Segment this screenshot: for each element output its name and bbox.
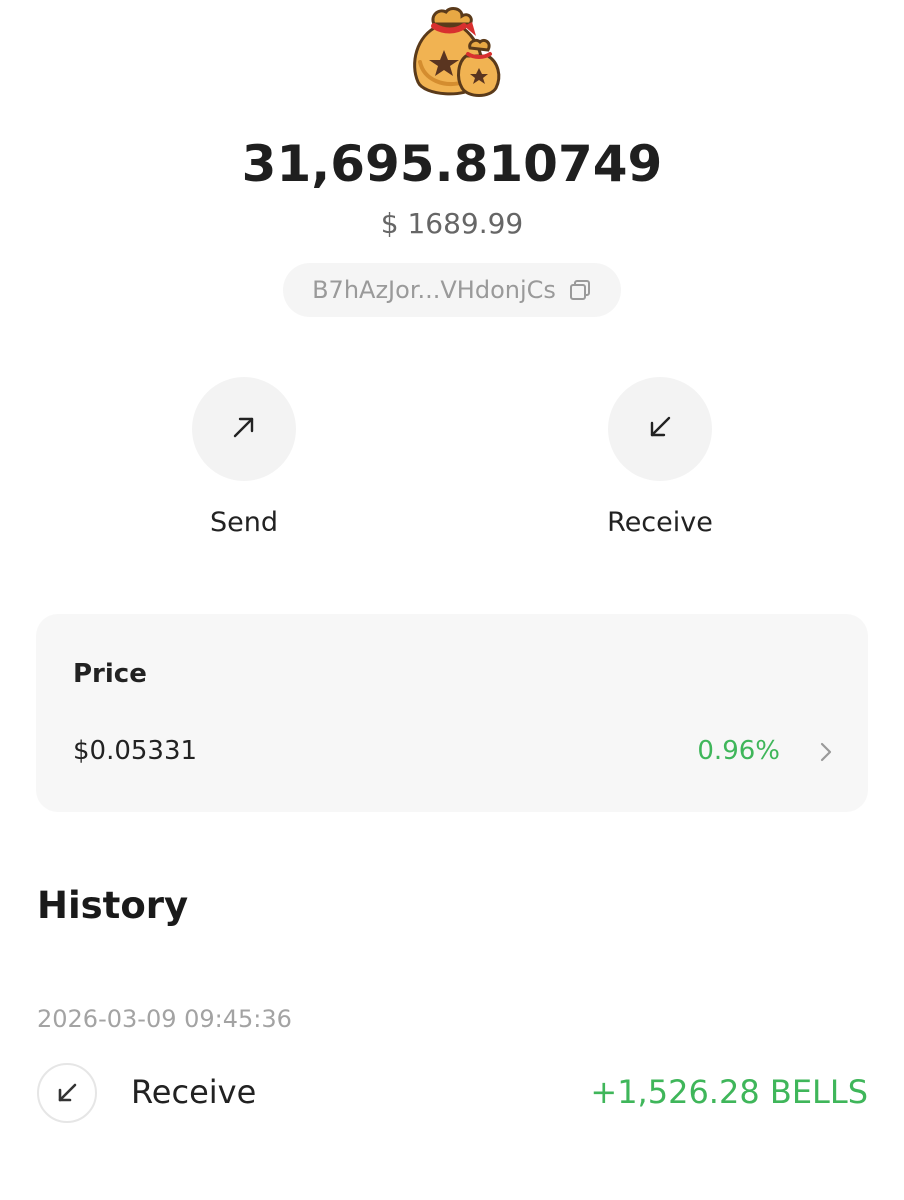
money-bag-icon bbox=[404, 2, 504, 102]
token-balance: 31,695.810749 bbox=[241, 135, 663, 193]
arrow-down-left-icon bbox=[37, 1063, 97, 1123]
price-value: $0.05331 bbox=[73, 736, 198, 766]
history-heading: History bbox=[37, 884, 189, 927]
arrow-up-right-icon bbox=[230, 413, 258, 445]
address-copy-button[interactable]: B7hAzJor...VHdonjCs bbox=[283, 263, 621, 317]
transaction-row[interactable]: Receive +1,526.28 BELLS bbox=[37, 1063, 868, 1123]
arrow-down-left-icon bbox=[646, 413, 674, 445]
price-title: Price bbox=[73, 659, 147, 689]
receive-action: Receive bbox=[560, 377, 760, 538]
transaction-type: Receive bbox=[131, 1073, 257, 1111]
price-change: 0.96% bbox=[697, 736, 780, 766]
send-action: Send bbox=[144, 377, 344, 538]
transaction-date: 2026-03-09 09:45:36 bbox=[37, 1005, 292, 1033]
send-button[interactable] bbox=[192, 377, 296, 481]
price-card[interactable]: Price $0.05331 0.96% bbox=[36, 614, 868, 812]
send-label[interactable]: Send bbox=[144, 507, 344, 538]
receive-label[interactable]: Receive bbox=[560, 507, 760, 538]
wallet-address: B7hAzJor...VHdonjCs bbox=[312, 276, 556, 304]
receive-button[interactable] bbox=[608, 377, 712, 481]
copy-icon bbox=[568, 278, 592, 302]
transaction-amount: +1,526.28 BELLS bbox=[590, 1073, 868, 1111]
chevron-right-icon bbox=[818, 740, 834, 764]
fiat-balance: $ 1689.99 bbox=[380, 207, 524, 240]
